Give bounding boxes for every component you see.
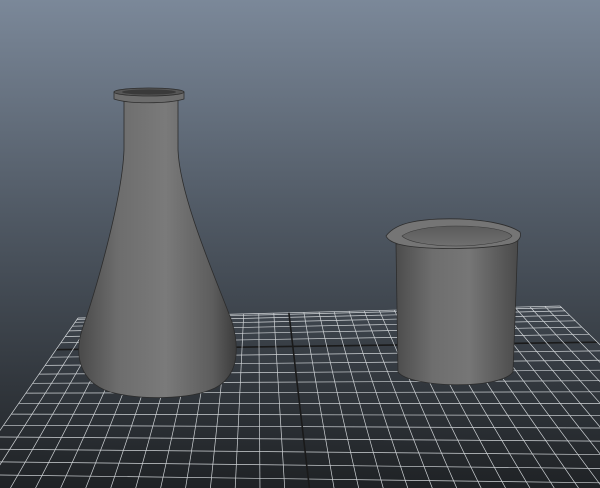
viewport-canvas[interactable]: [0, 0, 600, 488]
beaker[interactable]: [385, 218, 521, 386]
3d-viewport[interactable]: [0, 0, 600, 488]
